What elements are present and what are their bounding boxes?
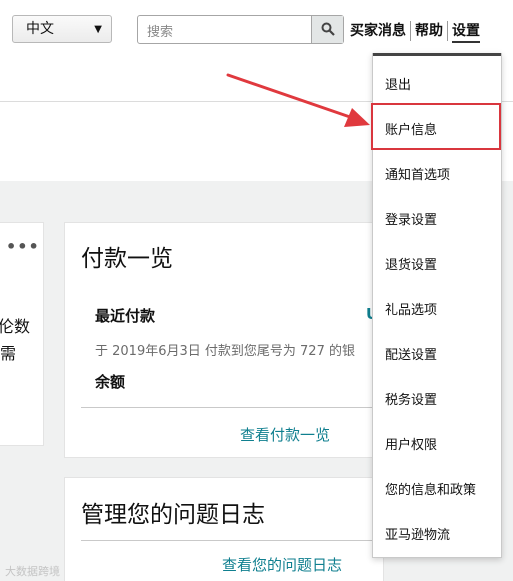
annotation-arrow-icon bbox=[226, 73, 370, 127]
